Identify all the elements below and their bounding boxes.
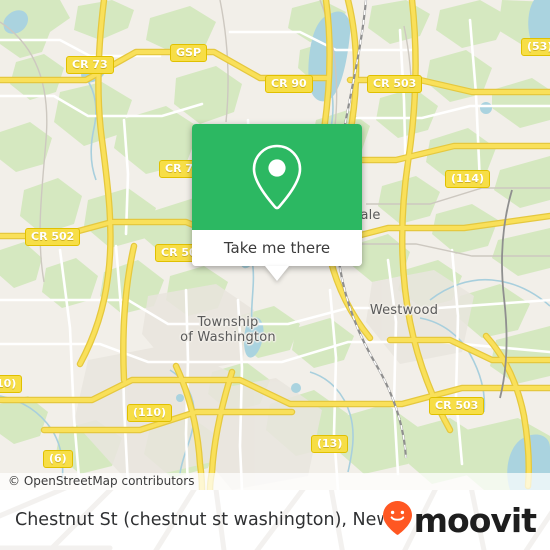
footer-bar: Chestnut St (chestnut st washington), Ne…	[0, 490, 550, 550]
road-shield-cr-73: CR 73	[66, 56, 114, 74]
map-canvas[interactable]: Township of Washington Westwood dale CR …	[0, 0, 550, 490]
moovit-map-screenshot: Township of Washington Westwood dale CR …	[0, 0, 550, 550]
popup-pointer-tail	[265, 266, 289, 281]
moovit-wordmark: moovit	[413, 500, 537, 540]
take-me-there-button[interactable]: Take me there	[192, 230, 362, 266]
osm-attribution[interactable]: © OpenStreetMap contributors	[0, 473, 550, 490]
road-shield-cr-503-north: CR 503	[367, 75, 423, 93]
road-shield-route-110-edge: 10)	[0, 375, 23, 393]
road-shield-cr-90: CR 90	[265, 75, 313, 93]
road-shield-route-6: (6)	[43, 450, 73, 468]
road-shield-route-114: (114)	[445, 170, 491, 188]
road-shield-route-110: (110)	[127, 404, 173, 422]
popup-icon-area	[192, 124, 362, 230]
location-title: Chestnut St (chestnut st washington), Ne…	[15, 510, 383, 530]
moovit-smiley-pin-icon	[382, 500, 412, 540]
road-shield-route-53: (53)	[521, 38, 550, 56]
road-shield-cr-502: CR 502	[25, 228, 81, 246]
road-shield-gsp: GSP	[170, 44, 208, 62]
road-shield-cr-503-south: CR 503	[429, 397, 485, 415]
map-pin-icon	[250, 143, 304, 211]
road-shield-route-13: (13)	[311, 435, 349, 453]
moovit-logo[interactable]: moovit	[382, 500, 537, 540]
location-popup-card[interactable]: Take me there	[192, 124, 362, 281]
